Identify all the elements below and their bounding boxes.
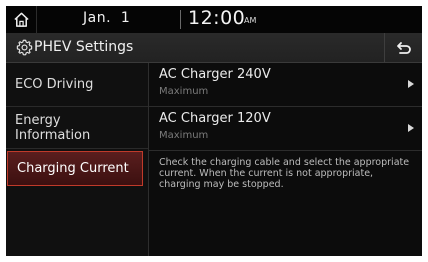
sidebar-item-charging-current[interactable]: Charging Current (7, 151, 143, 186)
info-text: Check the charging cable and select the … (159, 157, 410, 190)
sidebar-item-eco-driving[interactable]: ECO Driving (6, 63, 148, 107)
chevron-right-icon (408, 80, 414, 88)
status-divider (180, 10, 181, 29)
sidebar-item-label: ECO Driving (15, 77, 94, 92)
sidebar-menu: ECO Driving Energy Information Charging … (6, 63, 149, 256)
chevron-right-icon (408, 124, 414, 132)
option-value: Maximum (159, 130, 209, 141)
page-title: PHEV Settings (34, 39, 134, 55)
sidebar-item-label: Charging Current (17, 161, 129, 176)
clock-time: 12:00 (188, 7, 246, 29)
option-title: AC Charger 240V (159, 67, 271, 82)
sidebar-item-label: Energy Information (15, 112, 91, 143)
back-button[interactable] (384, 33, 422, 62)
option-value: Maximum (159, 86, 209, 97)
date-display: Jan. 1 (83, 10, 131, 26)
gear-icon (16, 39, 33, 56)
title-bar: PHEV Settings (6, 33, 422, 63)
sidebar-item-energy-information[interactable]: Energy Information (6, 107, 148, 149)
home-icon (13, 12, 29, 27)
status-bar: Jan. 1 12:00 AM (6, 6, 422, 33)
back-arrow-icon (397, 41, 411, 54)
settings-panel: AC Charger 240V Maximum AC Charger 120V … (149, 63, 422, 256)
screen: Jan. 1 12:00 AM PHEV Settings ECO Drivin… (6, 6, 422, 256)
option-ac-charger-120v[interactable]: AC Charger 120V Maximum (149, 107, 422, 151)
option-title: AC Charger 120V (159, 111, 271, 126)
clock-ampm: AM (244, 16, 257, 25)
option-ac-charger-240v[interactable]: AC Charger 240V Maximum (149, 63, 422, 107)
home-button[interactable] (6, 6, 37, 33)
